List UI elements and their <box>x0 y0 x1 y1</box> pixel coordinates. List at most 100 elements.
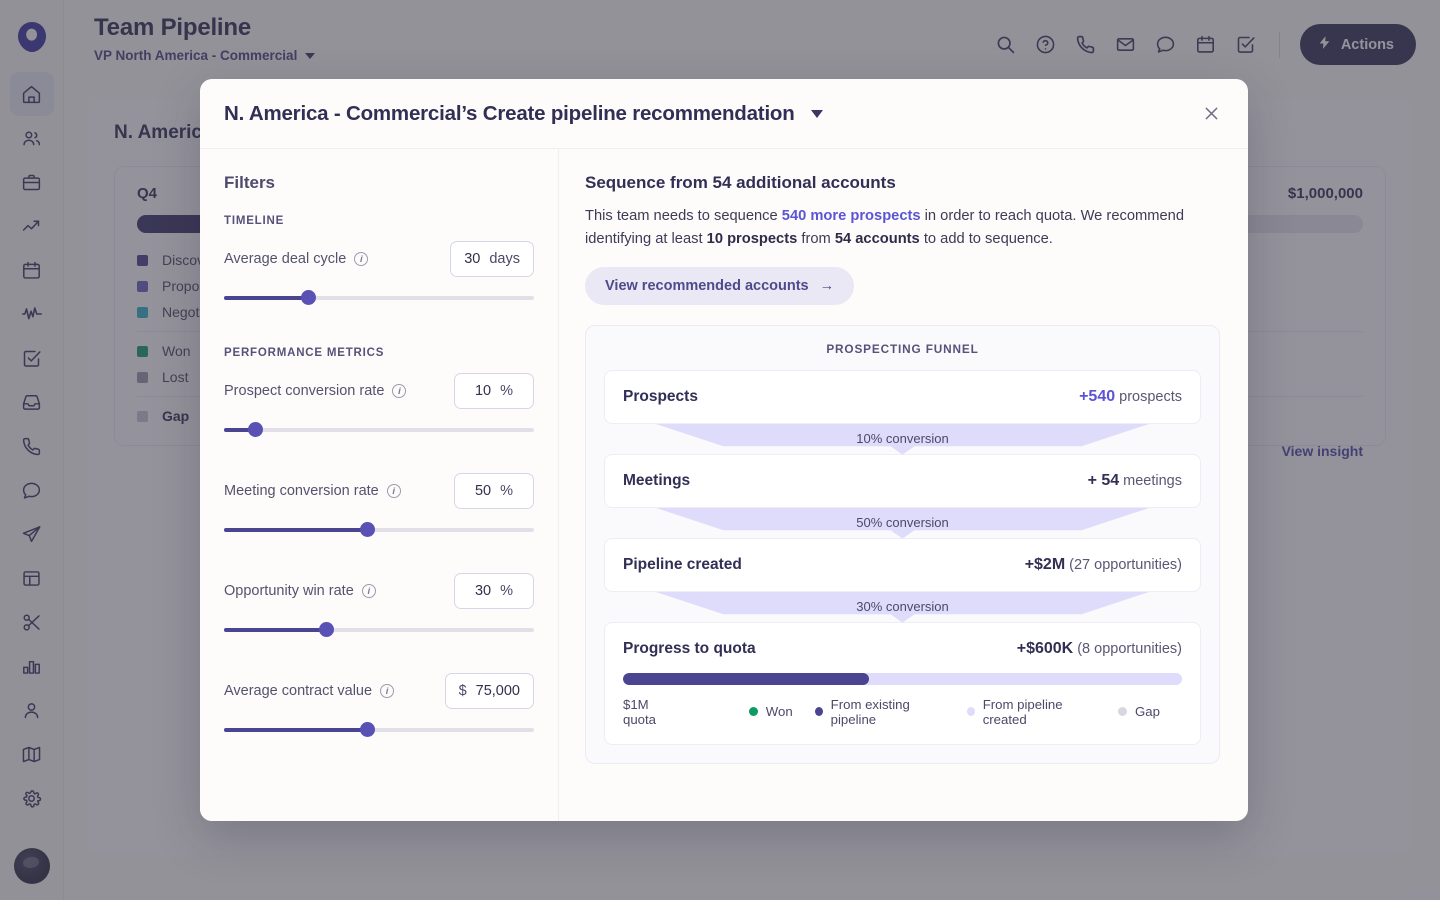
legend-item: From pipeline created <box>966 697 1096 727</box>
filter-slider[interactable] <box>224 521 534 539</box>
funnel-step: Meetings + 54 meetings <box>604 453 1201 508</box>
legend-item: Gap <box>1118 704 1160 719</box>
filter-unit: $ <box>458 683 467 699</box>
funnel-connector: 30% conversion <box>604 590 1201 623</box>
view-recommended-accounts-label: View recommended accounts <box>605 277 809 294</box>
detail-prospects-count: 10 prospects <box>706 230 798 247</box>
slider-fill <box>224 728 367 732</box>
legend-color-dot <box>1118 707 1128 717</box>
slider-fill <box>224 628 327 632</box>
detail-text-3: from <box>797 230 835 247</box>
filter-row: Average contract value i $75,000 <box>224 673 534 739</box>
filter-input[interactable]: $75,000 <box>444 673 534 709</box>
filter-row: Meeting conversion rate i 50% <box>224 473 534 539</box>
slider-knob[interactable] <box>248 422 263 437</box>
slider-knob[interactable] <box>319 622 335 637</box>
detail-text-4: to add to sequence. <box>919 230 1053 247</box>
funnel-conversion-label: 30% conversion <box>856 599 949 615</box>
filter-label-text: Average deal cycle <box>224 251 347 267</box>
funnel-step: Progress to quota +$600K (8 opportunities)… <box>604 621 1201 745</box>
funnel-step: Prospects +540 prospects <box>604 369 1201 424</box>
filter-slider[interactable] <box>224 421 534 439</box>
legend-color-dot <box>966 707 975 717</box>
filter-slider[interactable] <box>224 289 534 307</box>
filter-label-text: Average contract value <box>224 683 373 699</box>
filter-value: 50 <box>474 483 492 499</box>
filter-unit: % <box>500 383 514 399</box>
funnel-step-unit: (27 opportunities) <box>1069 556 1182 573</box>
detail-panel: Sequence from 54 additional accounts Thi… <box>559 149 1248 821</box>
prospecting-funnel-card: PROSPECTING FUNNEL Prospects +540 prospect… <box>585 324 1220 764</box>
legend-color-dot <box>748 707 758 717</box>
filter-slider[interactable] <box>224 621 534 639</box>
funnel-step-name: Pipeline created <box>623 555 742 573</box>
funnel-step-name: Progress to quota <box>623 639 756 657</box>
filter-label: Average contract value i <box>224 683 395 699</box>
quota-legend: $1M quota Won From existing pipeline From p… <box>623 697 1182 727</box>
detail-paragraph: This team needs to sequence 540 more pro… <box>585 205 1197 251</box>
funnel-title: PROSPECTING FUNNEL <box>826 341 979 356</box>
performance-section-label: PERFORMANCE METRICS <box>224 347 385 359</box>
filter-input[interactable]: 30 days <box>450 241 534 277</box>
slider-fill <box>224 528 367 532</box>
quota-segment-existing-pipeline <box>623 672 869 685</box>
view-recommended-accounts-button[interactable]: View recommended accounts → <box>585 266 855 305</box>
filter-value: 30 <box>464 251 481 267</box>
info-icon[interactable]: i <box>380 684 395 698</box>
legend-item: From existing pipeline <box>814 696 945 727</box>
filter-input[interactable]: 10% <box>454 373 534 409</box>
slider-knob[interactable] <box>359 722 375 737</box>
funnel-step-unit: (8 opportunities) <box>1077 640 1182 657</box>
filter-label: Average deal cycle i <box>224 251 369 267</box>
modal-title-chevron-down-icon[interactable] <box>810 109 823 118</box>
filter-row: Average deal cycle i 30 days <box>224 241 534 307</box>
legend-item: Won <box>748 704 793 719</box>
funnel-step-value: +$600K (8 opportunities) <box>1017 640 1182 658</box>
detail-text-1: This team needs to sequence <box>585 208 782 224</box>
info-icon[interactable]: i <box>392 384 407 398</box>
slider-knob[interactable] <box>300 290 316 305</box>
filter-value: 75,000 <box>475 683 520 699</box>
legend-label: From existing pipeline <box>830 696 910 727</box>
funnel-connector: 50% conversion <box>604 506 1201 539</box>
funnel-step-delta: +$2M <box>1024 555 1066 573</box>
slider-knob[interactable] <box>359 522 375 537</box>
filter-unit: % <box>500 483 514 499</box>
funnel-step-unit: meetings <box>1123 472 1182 489</box>
info-icon[interactable]: i <box>386 484 401 498</box>
filter-label-text: Prospect conversion rate <box>224 383 385 399</box>
modal-header: N. America - Commercial’s Create pipelin… <box>200 79 1248 149</box>
timeline-section-label: TIMELINE <box>224 215 285 227</box>
filter-unit: % <box>500 583 514 599</box>
funnel-step-value: +$2M (27 opportunities) <box>1025 556 1182 574</box>
filter-input[interactable]: 30% <box>454 573 534 609</box>
more-prospects-link[interactable]: 540 more prospects <box>782 208 921 224</box>
recommendation-modal: N. America - Commercial’s Create pipelin… <box>200 79 1248 821</box>
funnel-step-delta: +540 <box>1079 387 1116 405</box>
funnel-step-delta: + 54 <box>1087 471 1120 489</box>
info-icon[interactable]: i <box>354 252 369 266</box>
close-icon[interactable] <box>1198 101 1224 127</box>
funnel-connector: 10% conversion <box>604 422 1201 455</box>
funnel-step-unit: prospects <box>1119 388 1182 405</box>
filters-heading: Filters <box>224 173 276 192</box>
filter-label: Meeting conversion rate i <box>224 483 401 499</box>
legend-label: Gap <box>1135 704 1160 720</box>
filter-slider[interactable] <box>224 721 534 739</box>
slider-track <box>224 428 534 432</box>
funnel-conversion-label: 50% conversion <box>856 515 949 531</box>
modal-body: Filters TIMELINE Average deal cycle i 30 da… <box>200 149 1248 821</box>
arrow-right-icon: → <box>819 277 835 294</box>
legend-color-dot <box>814 707 823 717</box>
filter-label: Opportunity win rate i <box>224 583 376 599</box>
filter-value: 10 <box>474 383 492 399</box>
quota-label: $1M quota <box>623 696 657 727</box>
funnel-step: Pipeline created +$2M (27 opportunities) <box>604 537 1201 592</box>
filter-label-text: Meeting conversion rate <box>224 483 379 499</box>
filter-unit: days <box>489 251 520 267</box>
filter-input[interactable]: 50% <box>454 473 534 509</box>
filter-value: 30 <box>474 583 492 599</box>
funnel-conversion-label: 10% conversion <box>856 431 949 447</box>
filter-label-text: Opportunity win rate <box>224 583 354 599</box>
info-icon[interactable]: i <box>361 584 376 598</box>
